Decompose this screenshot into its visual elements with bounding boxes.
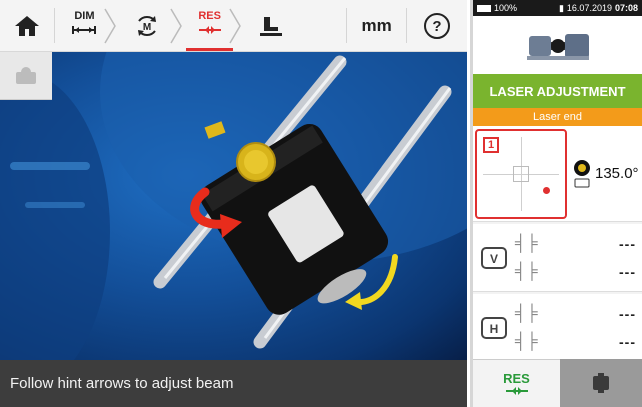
status-bar: 100% ▮ 16.07.2019 07:08: [473, 0, 642, 16]
horizontal-coupling-icon: H: [481, 316, 507, 339]
sensor-angle: 135.0°: [571, 159, 639, 189]
results-coupling-icon: [505, 387, 528, 395]
machine-thumbnail: [473, 16, 642, 74]
vertical-offset-value: ---: [619, 235, 636, 252]
unit-label: mm: [361, 15, 392, 35]
right-panel: 100% ▮ 16.07.2019 07:08 LASER ADJUSTMENT…: [470, 0, 642, 407]
panel-bottom-buttons: RES: [473, 359, 642, 407]
res-label: RES: [198, 10, 221, 22]
offset-icon: ╡╞: [515, 234, 538, 252]
svg-text:H: H: [490, 322, 499, 336]
home-button[interactable]: [0, 0, 54, 51]
dimension-arrow-icon: [72, 26, 97, 34]
offset-icon: ╡╞: [515, 304, 538, 322]
angle-value: 135.0°: [595, 165, 639, 182]
dim-button[interactable]: DIM: [55, 0, 117, 51]
vertical-coupling-icon: V: [481, 246, 507, 269]
laser-end-banner: Laser end: [473, 108, 642, 126]
sensor-icon: [593, 373, 609, 393]
unit-button[interactable]: mm: [347, 0, 407, 51]
camera-button[interactable]: [0, 52, 52, 100]
angularity-icon: ╡╞: [515, 332, 538, 350]
date-text: 16.07.2019: [566, 3, 612, 13]
laser-target-view[interactable]: 1: [475, 128, 567, 219]
laser-dot: [543, 186, 550, 194]
target-number: 1: [483, 136, 499, 153]
home-icon: [14, 15, 39, 36]
svg-text:V: V: [490, 252, 498, 266]
measure-button[interactable]: M: [114, 0, 182, 51]
dim-label: DIM: [74, 10, 95, 22]
target-center-box: [513, 165, 529, 182]
battery-icon: [477, 4, 491, 12]
battery-percent: 100%: [494, 3, 518, 13]
angularity-icon: ╡╞: [515, 262, 538, 280]
signal-icon: ▮: [558, 2, 564, 13]
horizontal-offset-value: ---: [619, 305, 636, 322]
res-button[interactable]: RES: [180, 0, 242, 51]
sensor-inclinometer-icon: [574, 159, 590, 187]
coupling-view-icon: [16, 66, 36, 84]
laser-adjustment-scene: [0, 52, 467, 360]
scene-illustration: [0, 52, 467, 360]
help-button[interactable]: ?: [407, 0, 467, 51]
target-row: 1 135.0°: [473, 126, 642, 222]
vertical-angle-value: ---: [619, 263, 636, 280]
svg-text:M: M: [143, 22, 151, 33]
machine-feet-icon: [260, 16, 283, 36]
results-button-label: RES: [503, 371, 530, 386]
machine-train-icon: [526, 34, 589, 60]
sensor-button[interactable]: [560, 359, 642, 407]
time-text: 07:08: [614, 3, 638, 13]
svg-text:?: ?: [433, 18, 442, 35]
hint-bar: Follow hint arrows to adjust beam: [0, 360, 467, 407]
horizontal-results: H ╡╞ --- ╡╞ ---: [473, 294, 642, 362]
horizontal-angle-value: ---: [619, 333, 636, 350]
vertical-results: V ╡╞ --- ╡╞ ---: [473, 224, 642, 292]
results-button[interactable]: RES: [473, 359, 560, 407]
help-icon: ?: [424, 12, 451, 39]
measure-rotation-icon: M: [138, 15, 157, 36]
laser-end-label: Laser end: [533, 111, 582, 123]
top-toolbar: DIM M RES mm ?: [0, 0, 467, 52]
hint-text: Follow hint arrows to adjust beam: [10, 375, 234, 392]
move-button[interactable]: [239, 0, 301, 51]
laser-adjustment-header: LASER ADJUSTMENT: [473, 74, 642, 108]
laser-adjustment-label: LASER ADJUSTMENT: [489, 83, 626, 99]
results-coupling-icon: [198, 26, 221, 34]
